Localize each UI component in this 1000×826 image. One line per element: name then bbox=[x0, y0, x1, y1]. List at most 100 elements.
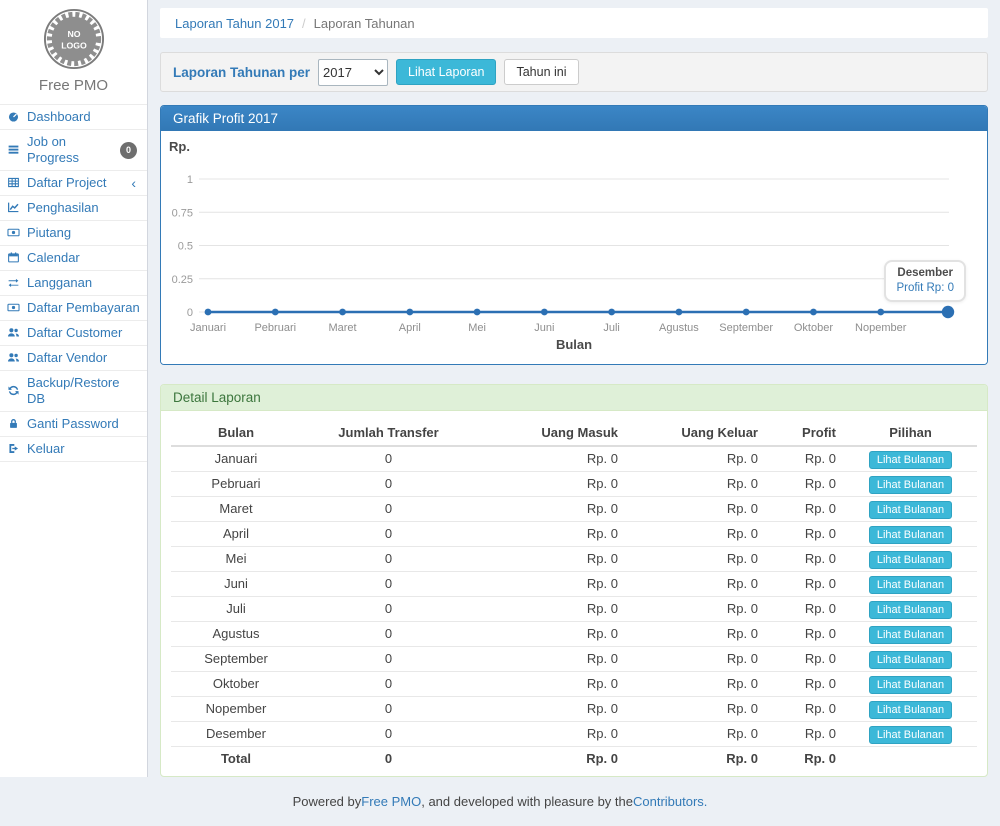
column-header-jumlah-transfer: Jumlah Transfer bbox=[301, 420, 476, 446]
table-icon bbox=[7, 176, 21, 190]
cell-pilihan: Lihat Bulanan bbox=[844, 446, 977, 472]
cell-uang-masuk: Rp. 0 bbox=[476, 697, 626, 722]
cell-uang-keluar: Rp. 0 bbox=[626, 446, 766, 472]
cell-uang-keluar: Rp. 0 bbox=[626, 572, 766, 597]
sidebar-menu-item: Dashboard bbox=[0, 105, 147, 130]
lihat-bulanan-button[interactable]: Lihat Bulanan bbox=[869, 726, 952, 744]
sidebar-item-penghasilan[interactable]: Penghasilan bbox=[0, 196, 147, 220]
cell-profit: Rp. 0 bbox=[766, 497, 844, 522]
table-row: Juli0Rp. 0Rp. 0Rp. 0Lihat Bulanan bbox=[171, 597, 977, 622]
tahun-ini-button[interactable]: Tahun ini bbox=[504, 59, 578, 85]
cell-bulan: Pebruari bbox=[171, 472, 301, 497]
sidebar-item-daftar-pembayaran[interactable]: Daftar Pembayaran bbox=[0, 296, 147, 320]
sidebar-item-piutang[interactable]: Piutang bbox=[0, 221, 147, 245]
cell-profit: Rp. 0 bbox=[766, 722, 844, 747]
breadcrumb-link[interactable]: Laporan Tahun 2017 bbox=[175, 16, 294, 31]
footer-text: Powered by bbox=[293, 794, 362, 809]
sidebar-item-ganti-password[interactable]: Ganti Password bbox=[0, 412, 147, 436]
column-header-pilihan: Pilihan bbox=[844, 420, 977, 446]
tooltip-title: Desember bbox=[896, 267, 954, 279]
cell-uang-masuk: Rp. 0 bbox=[476, 622, 626, 647]
cell-bulan: Desember bbox=[171, 722, 301, 747]
table-row: April0Rp. 0Rp. 0Rp. 0Lihat Bulanan bbox=[171, 522, 977, 547]
cell-bulan: Juni bbox=[171, 572, 301, 597]
sidebar-menu-item: Ganti Password bbox=[0, 412, 147, 437]
cell-profit: Rp. 0 bbox=[766, 672, 844, 697]
money-icon bbox=[7, 301, 21, 315]
cell-uang-masuk: Rp. 0 bbox=[476, 446, 626, 472]
sidebar-menu-item: Daftar Customer bbox=[0, 321, 147, 346]
lihat-bulanan-button[interactable]: Lihat Bulanan bbox=[869, 676, 952, 694]
sidebar-item-daftar-project[interactable]: Daftar Project‹ bbox=[0, 171, 147, 195]
cell-uang-keluar: Rp. 0 bbox=[626, 472, 766, 497]
cell-bulan: Oktober bbox=[171, 672, 301, 697]
sidebar-menu: Dashboard Job on Progress0Daftar Project‹… bbox=[0, 104, 147, 462]
lihat-bulanan-button[interactable]: Lihat Bulanan bbox=[869, 601, 952, 619]
year-select[interactable]: 2017 bbox=[318, 59, 388, 86]
cell-pilihan: Lihat Bulanan bbox=[844, 597, 977, 622]
lihat-bulanan-button[interactable]: Lihat Bulanan bbox=[869, 476, 952, 494]
svg-text:0: 0 bbox=[187, 307, 193, 319]
lihat-bulanan-button[interactable]: Lihat Bulanan bbox=[869, 526, 952, 544]
brand-name: Free PMO bbox=[0, 77, 147, 94]
lihat-bulanan-button[interactable]: Lihat Bulanan bbox=[869, 651, 952, 669]
svg-text:Bulan: Bulan bbox=[556, 337, 592, 352]
lihat-laporan-button[interactable]: Lihat Laporan bbox=[396, 59, 496, 85]
column-header-bulan: Bulan bbox=[171, 420, 301, 446]
sidebar-item-backup-restore-db[interactable]: Backup/Restore DB bbox=[0, 371, 147, 411]
tooltip-value: Profit Rp: 0 bbox=[896, 282, 954, 294]
svg-text:Juli: Juli bbox=[603, 322, 620, 334]
logo-area: NO LOGO Free PMO bbox=[0, 0, 147, 104]
cell-pilihan: Lihat Bulanan bbox=[844, 697, 977, 722]
sidebar-menu-item: Keluar bbox=[0, 437, 147, 462]
cell-pilihan: Lihat Bulanan bbox=[844, 522, 977, 547]
lihat-bulanan-button[interactable]: Lihat Bulanan bbox=[869, 501, 952, 519]
svg-text:Mei: Mei bbox=[468, 322, 486, 334]
sidebar-menu-item: Penghasilan bbox=[0, 196, 147, 221]
cell-profit: Rp. 0 bbox=[766, 522, 844, 547]
users-icon bbox=[7, 351, 21, 365]
breadcrumb-separator: / bbox=[302, 16, 306, 31]
table-row: Agustus0Rp. 0Rp. 0Rp. 0Lihat Bulanan bbox=[171, 622, 977, 647]
sidebar-item-job-on-progress[interactable]: Job on Progress0 bbox=[0, 130, 147, 170]
cell-uang-keluar: Rp. 0 bbox=[626, 647, 766, 672]
column-header-profit: Profit bbox=[766, 420, 844, 446]
sidebar-item-dashboard[interactable]: Dashboard bbox=[0, 105, 147, 129]
cell-jumlah-transfer: 0 bbox=[301, 497, 476, 522]
lihat-bulanan-button[interactable]: Lihat Bulanan bbox=[869, 701, 952, 719]
cell-pilihan: Lihat Bulanan bbox=[844, 622, 977, 647]
sidebar-item-daftar-customer[interactable]: Daftar Customer bbox=[0, 321, 147, 345]
lihat-bulanan-button[interactable]: Lihat Bulanan bbox=[869, 551, 952, 569]
tasks-icon bbox=[7, 143, 21, 157]
detail-panel-title: Detail Laporan bbox=[161, 385, 987, 411]
sidebar-menu-item: Daftar Vendor bbox=[0, 346, 147, 371]
sidebar-item-label: Dashboard bbox=[27, 109, 91, 125]
cell-jumlah-transfer: 0 bbox=[301, 697, 476, 722]
sidebar-menu-item: Job on Progress0 bbox=[0, 130, 147, 171]
svg-text:September: September bbox=[719, 322, 773, 334]
sidebar-item-calendar[interactable]: Calendar bbox=[0, 246, 147, 270]
svg-text:Juni: Juni bbox=[534, 322, 554, 334]
sidebar-item-langganan[interactable]: Langganan bbox=[0, 271, 147, 295]
lihat-bulanan-button[interactable]: Lihat Bulanan bbox=[869, 626, 952, 644]
cell-bulan: Nopember bbox=[171, 697, 301, 722]
footer-contributors-link[interactable]: Contributors. bbox=[633, 794, 707, 809]
cell-pilihan: Lihat Bulanan bbox=[844, 672, 977, 697]
sidebar-item-daftar-vendor[interactable]: Daftar Vendor bbox=[0, 346, 147, 370]
table-row: Oktober0Rp. 0Rp. 0Rp. 0Lihat Bulanan bbox=[171, 672, 977, 697]
cell-jumlah-transfer: 0 bbox=[301, 647, 476, 672]
sidebar-item-label: Ganti Password bbox=[27, 416, 119, 432]
cell-pilihan: Lihat Bulanan bbox=[844, 547, 977, 572]
sidebar-item-label: Daftar Vendor bbox=[27, 350, 107, 366]
table-row: Januari0Rp. 0Rp. 0Rp. 0Lihat Bulanan bbox=[171, 446, 977, 472]
cell-uang-masuk: Rp. 0 bbox=[476, 672, 626, 697]
chart-panel-title: Grafik Profit 2017 bbox=[161, 106, 987, 131]
cell-bulan: April bbox=[171, 522, 301, 547]
svg-text:Maret: Maret bbox=[328, 322, 356, 334]
footer-freepmo-link[interactable]: Free PMO bbox=[361, 794, 421, 809]
lihat-bulanan-button[interactable]: Lihat Bulanan bbox=[869, 451, 952, 469]
sidebar-item-keluar[interactable]: Keluar bbox=[0, 437, 147, 461]
svg-text:Rp.: Rp. bbox=[169, 139, 190, 154]
cell-uang-keluar: Rp. 0 bbox=[626, 622, 766, 647]
lihat-bulanan-button[interactable]: Lihat Bulanan bbox=[869, 576, 952, 594]
